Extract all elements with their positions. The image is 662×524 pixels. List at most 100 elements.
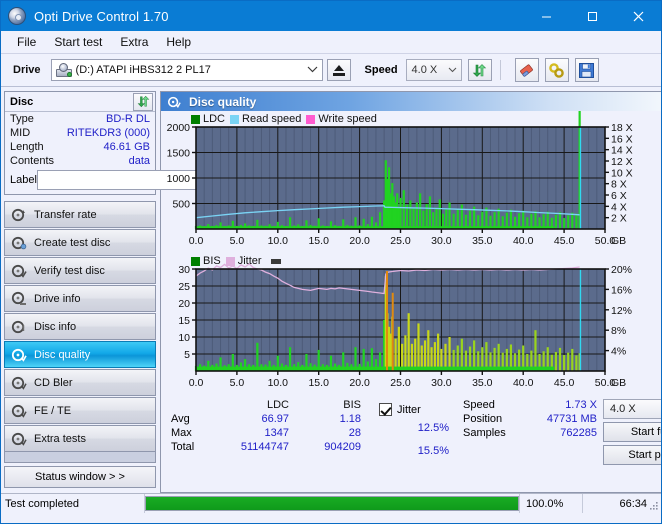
jitter-checkbox[interactable] [379,403,392,417]
menu-item-help[interactable]: Help [157,32,200,52]
speed-label: Speed [364,64,398,76]
stats-total-ldc: 51144747 [240,441,289,453]
sidebar-item-extra-tests[interactable]: Extra tests [4,425,156,452]
sidebar-item-drive-info[interactable]: Drive info [4,285,156,312]
top-chart-svg[interactable]: 5001000150020002 X4 X6 X8 X10 X12 X14 X1… [161,111,655,253]
content-header: Disc quality [161,92,661,111]
start-part-button[interactable]: Start part [603,445,661,465]
stats-row-label-avg: Avg [171,413,190,425]
disc-quality-icon [11,347,27,363]
drive-info-icon [11,291,27,307]
resize-grip-icon[interactable] [649,501,659,511]
sidebar-item-disc-quality[interactable]: Disc quality [4,341,156,368]
svg-text:5.0: 5.0 [230,235,245,247]
disc-label-row: Label [5,168,239,194]
samples-stat-label: Samples [463,427,506,439]
sidebar-item-label: Disc quality [34,348,91,361]
stats-corner [171,399,217,411]
svg-text:2000: 2000 [167,122,191,134]
svg-text:4%: 4% [611,346,626,358]
sidebar-item-cd-bler[interactable]: CD Bler [4,369,156,396]
svg-text:35.0: 35.0 [472,235,493,247]
samples-stat-value: 762285 [560,427,597,439]
sidebar-item-label: Verify test disc [34,264,105,277]
sidebar-item-label: Extra tests [34,432,86,445]
sidebar-item-fe-te[interactable]: FE / TE [4,397,156,424]
svg-text:20.0: 20.0 [349,235,370,247]
svg-text:45.0: 45.0 [554,377,575,389]
top-chart-legend: LDC Read speed Write speed [191,113,377,125]
menu-item-start-test[interactable]: Start test [45,32,111,52]
svg-text:500: 500 [172,199,190,211]
disc-panel: Disc Type BD-R DL MID RITEKDR3 (000) Len… [4,91,239,195]
svg-text:15.0: 15.0 [308,235,329,247]
legend-swatch [191,256,200,266]
svg-text:5: 5 [184,349,190,361]
sidebar-item-create-test-disc[interactable]: Create test disc [4,229,156,256]
svg-text:0.0: 0.0 [189,235,204,247]
svg-text:10.0: 10.0 [268,235,289,247]
content-panel: Disc quality LDC Read speed Write speed [160,91,661,493]
app-disc-icon [8,7,26,25]
eject-button[interactable] [326,59,351,81]
save-button[interactable] [574,58,599,82]
svg-text:25: 25 [178,281,190,293]
menu-item-file[interactable]: File [8,32,45,52]
refresh-button[interactable] [467,59,492,81]
sidebar-item-verify-test-disc[interactable]: Verify test disc [4,257,156,284]
maximize-button[interactable] [569,1,615,31]
sidebar-item-transfer-rate[interactable]: Transfer rate [4,201,156,228]
sidebar-item-label: Transfer rate [34,208,97,221]
progress-bar-track [145,496,519,511]
refresh-icon [472,63,487,77]
drive-select[interactable]: (D:) ATAPI iHBS312 2 PL17 [50,59,323,81]
speed-select-value: 4.0 X [411,64,438,76]
sidebar-item-label: Drive info [34,292,81,305]
svg-text:1000: 1000 [167,173,191,185]
sidebar-filler [4,452,156,463]
stats-col-bis: BIS [343,399,361,411]
links-button[interactable] [544,58,569,82]
chevron-down-icon [307,64,318,76]
svg-text:6 X: 6 X [611,190,627,202]
svg-text:1500: 1500 [167,148,191,160]
status-message: Test completed [1,494,145,513]
svg-text:8%: 8% [611,325,626,337]
legend-label: Jitter [237,255,262,267]
legend-swatch [225,256,235,266]
drive-icon [55,63,72,77]
svg-text:15.0: 15.0 [308,377,329,389]
test-speed-select[interactable]: 4.0 X [603,399,661,419]
disc-extra-icon [11,431,27,447]
menu-item-extra[interactable]: Extra [111,32,157,52]
disc-refresh-button[interactable] [133,92,153,111]
disc-row-key: Length [10,141,44,153]
legend-swatch [230,114,240,124]
status-window-button[interactable]: Status window > > [4,466,156,488]
legend-item-bis: BIS [191,255,221,267]
minimize-button[interactable] [523,1,569,31]
speed-select[interactable]: 4.0 X [405,59,462,81]
svg-text:16 X: 16 X [611,133,633,145]
sidebar-item-disc-info[interactable]: Disc info [4,313,156,340]
disc-panel-title: Disc [10,95,34,108]
sidebar: Disc Type BD-R DL MID RITEKDR3 (000) Len… [1,87,239,493]
toolbar: Drive (D:) ATAPI iHBS312 2 PL17 Speed 4.… [1,54,661,87]
close-button[interactable] [615,1,661,31]
drive-label: Drive [13,64,41,76]
svg-text:30: 30 [178,264,190,276]
chain-links-icon [549,62,564,78]
floppy-save-icon [579,62,595,78]
bottom-chart-svg[interactable]: 5 10 15 20 25 30 4% 8% 12% 16% 20% 0.0 5.0 10.0 15.0 20… [161,253,655,395]
chart-scroll-handle[interactable] [270,258,281,264]
svg-text:40.0: 40.0 [513,377,534,389]
start-full-button[interactable]: Start full [603,422,661,442]
erase-button[interactable] [514,58,539,82]
svg-text:15: 15 [178,315,190,327]
legend-item-write-speed: Write speed [306,113,377,125]
disc-bler-icon [11,375,27,391]
top-chart: LDC Read speed Write speed 500 1000 1500 20… [161,111,661,253]
stats-max-ldc: 1347 [264,427,289,439]
disc-label-key: Label [10,174,37,186]
svg-text:40.0: 40.0 [513,235,534,247]
